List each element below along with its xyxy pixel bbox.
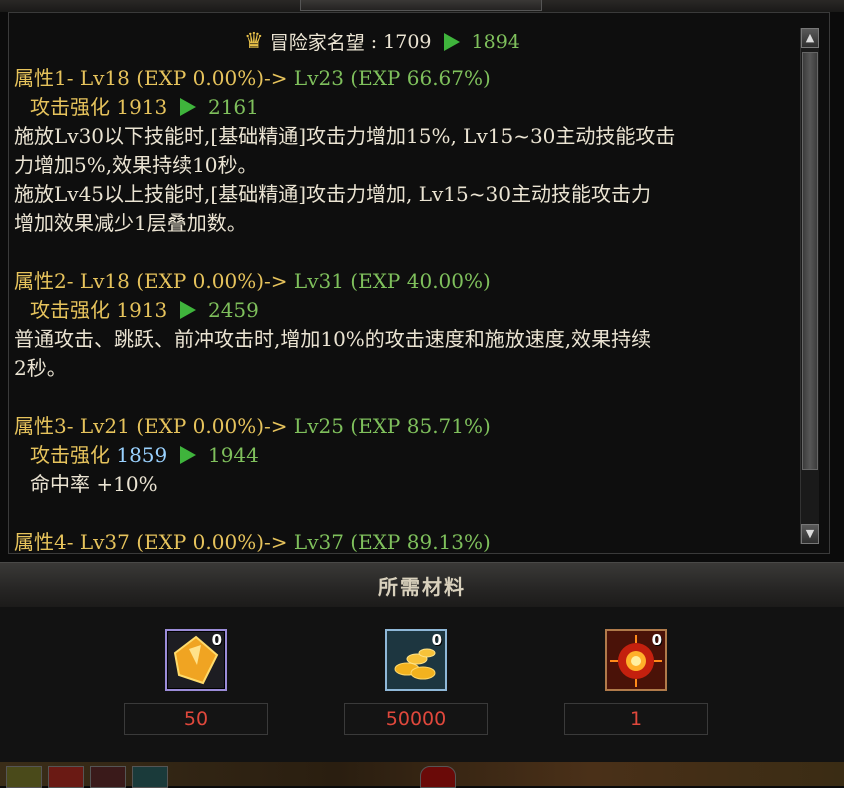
- boost-label: 攻击强化: [30, 443, 110, 467]
- attribute-to-level: Lv25 (EXP 85.71%): [293, 414, 491, 438]
- attribute-name: 属性1-: [14, 66, 74, 90]
- material-slot[interactable]: 0: [385, 629, 447, 691]
- attribute-from-level: Lv37 (EXP 0.00%)->: [79, 530, 288, 554]
- reputation-from: 1709: [383, 30, 432, 53]
- attribute-header: 属性1- Lv18 (EXP 0.00%)-> Lv23 (EXP 66.67%…: [14, 64, 794, 93]
- scrollbar[interactable]: ▲ ▼: [800, 28, 819, 544]
- crown-emblem-icon: ♛: [244, 29, 264, 54]
- reputation-label: 冒险家名望: [269, 32, 365, 54]
- attack-boost-row: 攻击强化 1913 2161: [14, 93, 794, 122]
- scroll-thumb[interactable]: [802, 52, 818, 470]
- attribute-header: 属性4- Lv37 (EXP 0.00%)-> Lv37 (EXP 89.13%…: [14, 528, 794, 557]
- boost-label: 攻击强化: [30, 298, 110, 322]
- attribute-block: 属性3- Lv21 (EXP 0.00%)-> Lv25 (EXP 85.71%…: [14, 412, 794, 499]
- attribute-from-level: Lv18 (EXP 0.00%)->: [79, 269, 288, 293]
- reputation-separator: :: [370, 30, 378, 53]
- attribute-header: 属性2- Lv18 (EXP 0.00%)-> Lv31 (EXP 40.00%…: [14, 267, 794, 296]
- scroll-up-button[interactable]: ▲: [801, 28, 819, 48]
- attribute-name: 属性4-: [14, 530, 74, 554]
- material-count: 0: [651, 631, 662, 649]
- material-slot[interactable]: 0: [605, 629, 667, 691]
- materials-area: 0 50 0 50000 0 1: [0, 607, 844, 762]
- quickslot-icon[interactable]: [6, 766, 42, 788]
- boost-to: 2459: [207, 298, 259, 322]
- attribute-header: 属性3- Lv21 (EXP 0.00%)-> Lv25 (EXP 85.71%…: [14, 412, 794, 441]
- material-quantity: 1: [564, 703, 708, 735]
- attribute-desc-line: 命中率 +10%: [30, 472, 158, 496]
- material-count: 0: [431, 631, 442, 649]
- arrow-right-icon: [179, 446, 196, 464]
- materials-title: 所需材料: [378, 575, 466, 599]
- attribute-to-level: Lv31 (EXP 40.00%): [293, 269, 491, 293]
- material-slot[interactable]: 0: [165, 629, 227, 691]
- attribute-desc-line: 施放Lv30以下技能时,[基础精通]攻击力增加15%, Lv15~30主动技能攻…: [14, 124, 676, 148]
- quickslot-icon[interactable]: [132, 766, 168, 788]
- attribute-desc-line: 增加效果减少1层叠加数。: [14, 211, 247, 235]
- attribute-from-level: Lv18 (EXP 0.00%)->: [79, 66, 288, 90]
- boost-to: 1944: [207, 443, 259, 467]
- attribute-list[interactable]: 属性1- Lv18 (EXP 0.00%)-> Lv23 (EXP 66.67%…: [14, 64, 794, 578]
- attribute-block: 属性2- Lv18 (EXP 0.00%)-> Lv31 (EXP 40.00%…: [14, 267, 794, 383]
- scroll-down-button[interactable]: ▼: [801, 524, 819, 544]
- attribute-from-level: Lv21 (EXP 0.00%)->: [79, 414, 288, 438]
- attribute-desc-line: 普通攻击、跳跃、前冲攻击时,增加10%的攻击速度和施放速度,效果持续: [14, 327, 652, 351]
- attribute-to-level: Lv23 (EXP 66.67%): [293, 66, 491, 90]
- material-quantity: 50000: [344, 703, 488, 735]
- material-quantity: 50: [124, 703, 268, 735]
- arrow-right-icon: [443, 32, 460, 51]
- reputation-to: 1894: [471, 30, 520, 53]
- attribute-to-level: Lv37 (EXP 89.13%): [293, 530, 491, 554]
- boost-from: 1913: [116, 298, 168, 322]
- attribute-desc-line: 施放Lv45以上技能时,[基础精通]攻击力增加, Lv15~30主动技能攻击力: [14, 182, 651, 206]
- boost-label: 攻击强化: [30, 95, 110, 119]
- attribute-desc-line: 力增加5%,效果持续10秒。: [14, 153, 258, 177]
- attack-boost-row: 攻击强化 1913 2459: [14, 296, 794, 325]
- material-item[interactable]: 0 50: [124, 629, 268, 735]
- material-item[interactable]: 0 50000: [344, 629, 488, 735]
- arrow-right-icon: [179, 301, 196, 319]
- quickslot-icon[interactable]: [48, 766, 84, 788]
- boost-from: 1913: [116, 95, 168, 119]
- attribute-block: 属性4- Lv37 (EXP 0.00%)-> Lv37 (EXP 89.13%…: [14, 528, 794, 557]
- quickslot-bar: [0, 762, 844, 788]
- reputation-row: ♛ 冒险家名望 : 1709 1894: [244, 28, 520, 55]
- materials-header: 所需材料: [0, 562, 844, 608]
- chevron-down-icon: ▼: [805, 527, 815, 540]
- heart-icon[interactable]: [90, 766, 126, 788]
- chevron-up-icon: ▲: [805, 31, 815, 44]
- attribute-name: 属性3-: [14, 414, 74, 438]
- boost-to: 2161: [207, 95, 259, 119]
- hp-orb-icon: [420, 766, 456, 788]
- attribute-name: 属性2-: [14, 269, 74, 293]
- arrow-right-icon: [179, 98, 196, 116]
- attack-boost-row: 攻击强化 1859 1944: [14, 441, 794, 470]
- boost-from: 1859: [116, 443, 168, 467]
- attribute-block: 属性1- Lv18 (EXP 0.00%)-> Lv23 (EXP 66.67%…: [14, 64, 794, 238]
- material-count: 0: [211, 631, 222, 649]
- attribute-desc-line: 2秒。: [14, 356, 67, 380]
- window-title-tab: [300, 0, 542, 11]
- material-item[interactable]: 0 1: [564, 629, 708, 735]
